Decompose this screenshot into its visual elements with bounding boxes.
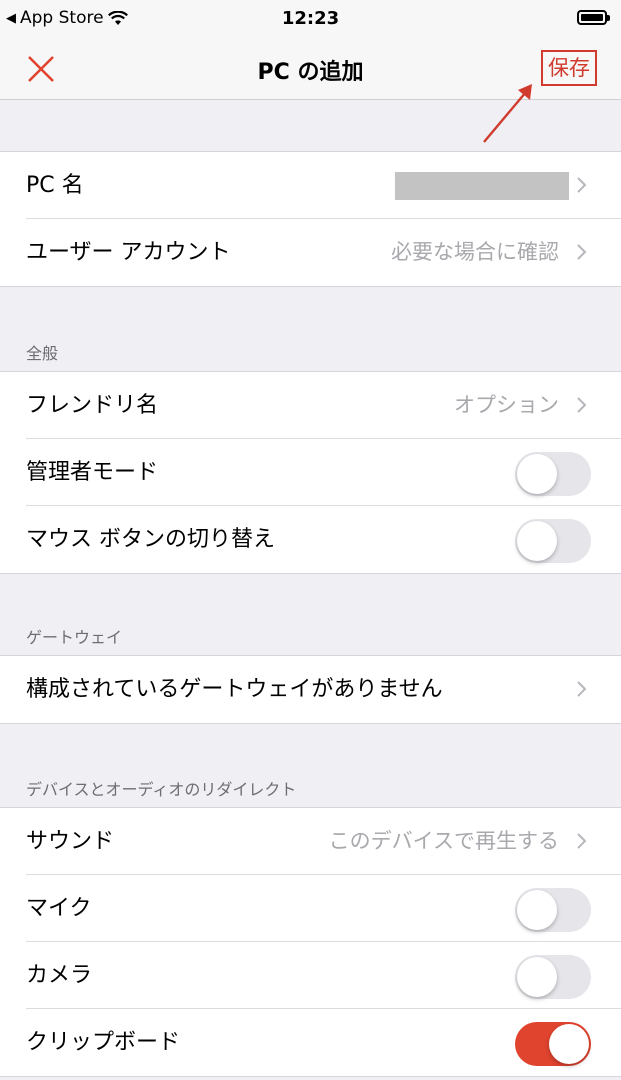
friendly-name-row[interactable]: フレンドリ名 オプション: [0, 372, 621, 439]
admin-mode-toggle[interactable]: [515, 452, 591, 496]
status-bar: ◀ App Store 12:23: [0, 0, 621, 38]
mic-toggle[interactable]: [515, 888, 591, 932]
gateway-none-row[interactable]: 構成されているゲートウェイがありません: [0, 656, 621, 723]
general-section-header: 全般: [26, 344, 59, 363]
annotation-arrow-icon: [483, 84, 532, 143]
battery-icon: [577, 10, 610, 25]
redirect-group: サウンド このデバイスで再生する マイク カメラ クリップボード: [0, 807, 621, 1077]
chevron-right-icon: [577, 177, 587, 193]
pc-name-value-redacted: [395, 172, 569, 200]
swap-mouse-label: マウス ボタンの切り替え: [26, 527, 275, 552]
status-time: 12:23: [281, 8, 340, 29]
gateway-section-header: ゲートウェイ: [26, 628, 123, 647]
gateway-group: 構成されているゲートウェイがありません: [0, 655, 621, 724]
swap-mouse-row: マウス ボタンの切り替え: [0, 506, 621, 573]
clipboard-toggle[interactable]: [515, 1022, 591, 1066]
user-account-row[interactable]: ユーザー アカウント 必要な場合に確認: [0, 219, 621, 286]
sound-label: サウンド: [26, 829, 115, 854]
camera-row: カメラ: [0, 942, 621, 1009]
swap-mouse-toggle[interactable]: [515, 519, 591, 563]
camera-toggle[interactable]: [515, 955, 591, 999]
clipboard-label: クリップボード: [26, 1030, 181, 1055]
chevron-right-icon: [577, 833, 587, 849]
mic-row: マイク: [0, 875, 621, 942]
save-button[interactable]: 保存: [541, 50, 597, 86]
admin-mode-row: 管理者モード: [0, 439, 621, 506]
general-group: フレンドリ名 オプション 管理者モード マウス ボタンの切り替え: [0, 371, 621, 574]
user-account-value: 必要な場合に確認: [391, 240, 559, 264]
chevron-right-icon: [577, 397, 587, 413]
friendly-name-label: フレンドリ名: [26, 393, 159, 418]
mic-label: マイク: [26, 896, 92, 921]
pc-name-row[interactable]: PC 名: [0, 152, 621, 219]
user-account-label: ユーザー アカウント: [26, 240, 231, 265]
clipboard-row: クリップボード: [0, 1009, 621, 1076]
camera-label: カメラ: [26, 963, 93, 988]
connection-group: PC 名 ユーザー アカウント 必要な場合に確認: [0, 151, 621, 287]
sound-row[interactable]: サウンド このデバイスで再生する: [0, 808, 621, 875]
chevron-right-icon: [577, 681, 587, 697]
redirect-section-header: デバイスとオーディオのリダイレクト: [26, 780, 297, 799]
friendly-name-value: オプション: [454, 393, 559, 417]
sound-value: このデバイスで再生する: [328, 829, 559, 853]
pc-name-label: PC 名: [26, 173, 84, 198]
chevron-right-icon: [577, 244, 587, 260]
gateway-none-label: 構成されているゲートウェイがありません: [26, 677, 443, 702]
admin-mode-label: 管理者モード: [26, 460, 159, 485]
